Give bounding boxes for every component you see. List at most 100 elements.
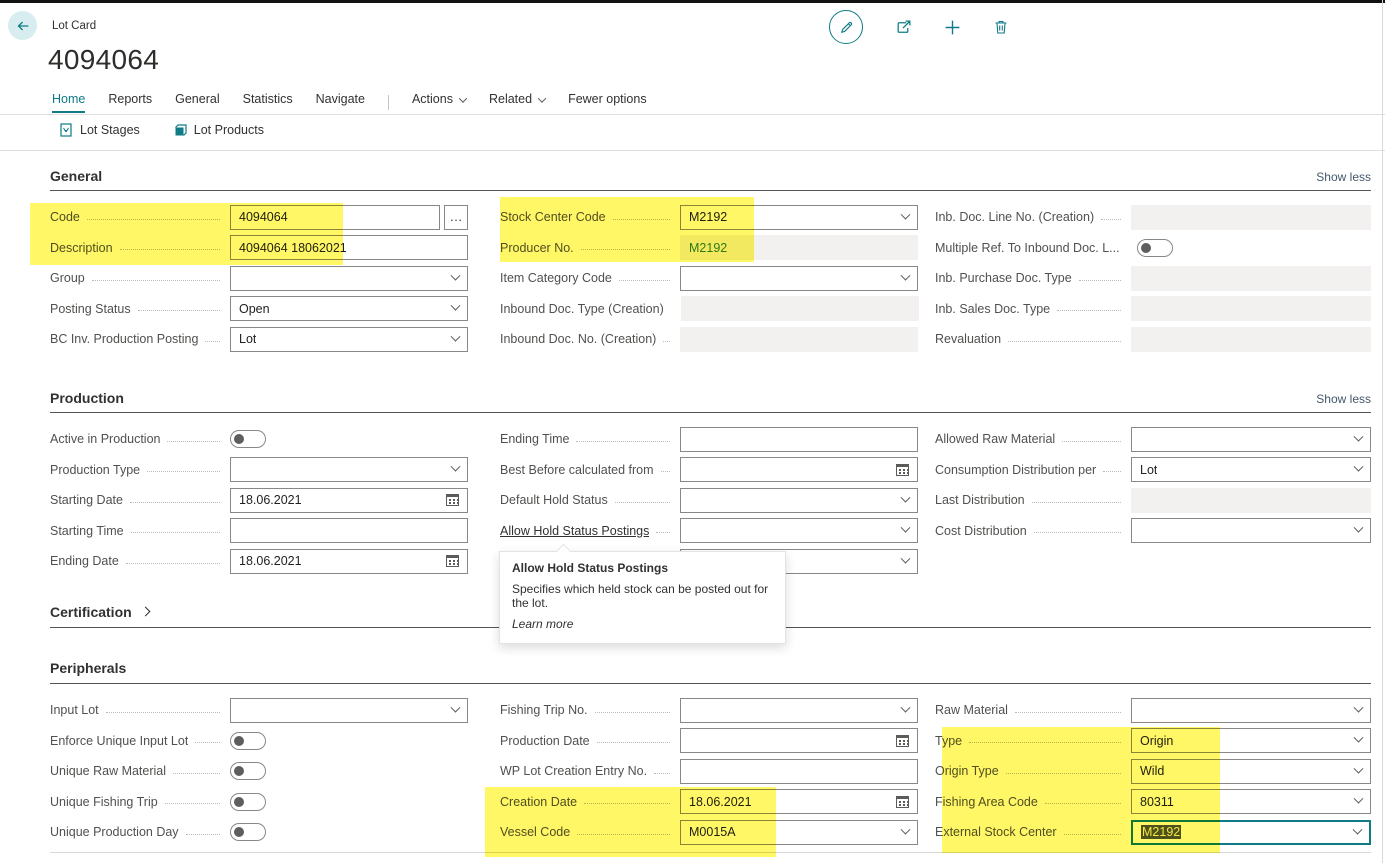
dotted-leader	[581, 249, 670, 250]
cost-distribution-select[interactable]	[1131, 518, 1371, 543]
tab-reports[interactable]: Reports	[108, 92, 152, 113]
dotted-leader	[1045, 803, 1121, 804]
chevron-down-icon[interactable]	[451, 702, 461, 712]
chevron-down-icon[interactable]	[451, 331, 461, 341]
consumption-distribution-per-select[interactable]: Lot	[1131, 457, 1371, 482]
multiple-ref-to-inbound-doc-l-toggle[interactable]	[1137, 239, 1173, 257]
dotted-leader	[1006, 773, 1121, 774]
bc-inv-production-posting-label: BC Inv. Production Posting	[50, 332, 198, 346]
external-stock-center-select[interactable]: M2192	[1131, 820, 1371, 845]
production-type-control	[230, 457, 468, 482]
item-category-code-select[interactable]	[680, 266, 918, 291]
input-lot-select[interactable]	[230, 698, 468, 723]
wp-lot-creation-entry-no-input[interactable]	[680, 759, 918, 784]
type-select[interactable]: Origin	[1131, 728, 1371, 753]
chevron-down-icon[interactable]	[1354, 733, 1364, 743]
code-input[interactable]: 4094064	[230, 205, 440, 230]
field-row-unique-fishing-trip: Unique Fishing Trip	[50, 787, 468, 818]
chevron-down-icon[interactable]	[1354, 702, 1364, 712]
allow-hold-status-postings-select[interactable]	[680, 518, 918, 543]
code-assist-edit-button[interactable]: …	[444, 205, 468, 230]
input-lot-label: Input Lot	[50, 703, 99, 717]
fishing-area-code-select[interactable]: 80311	[1131, 789, 1371, 814]
tooltip-learn-more-link[interactable]: Learn more	[512, 617, 573, 631]
calendar-icon[interactable]	[446, 555, 459, 567]
tab-general[interactable]: General	[175, 92, 219, 113]
group-select[interactable]	[230, 266, 468, 291]
general-section-title[interactable]: General	[50, 168, 102, 184]
ending-date-input[interactable]: 18.06.2021	[230, 549, 468, 574]
starting-date-input[interactable]: 18.06.2021	[230, 488, 468, 513]
chevron-down-icon[interactable]	[901, 523, 911, 533]
chevron-down-icon[interactable]	[901, 492, 911, 502]
chevron-down-icon[interactable]	[901, 209, 911, 219]
back-button[interactable]	[8, 11, 37, 40]
field-row-ending-date: Ending Date18.06.2021	[50, 546, 468, 577]
posting-status-select[interactable]: Open	[230, 296, 468, 321]
chevron-down-icon[interactable]	[1354, 523, 1364, 533]
chevron-down-icon[interactable]	[901, 824, 911, 834]
chevron-down-icon[interactable]	[1354, 794, 1364, 804]
starting-time-input[interactable]	[230, 518, 468, 543]
allowed-raw-material-select[interactable]	[1131, 427, 1371, 452]
dotted-leader	[1101, 219, 1121, 220]
chevron-down-icon[interactable]	[451, 301, 461, 311]
origin-type-select[interactable]: Wild	[1131, 759, 1371, 784]
bc-inv-production-posting-select[interactable]: Lot	[230, 327, 468, 352]
tab-home[interactable]: Home	[52, 92, 85, 113]
lot-stages-button[interactable]: Lot Stages	[60, 123, 140, 137]
lot-products-button[interactable]: Lot Products	[174, 123, 264, 137]
edit-button[interactable]	[829, 10, 863, 44]
production-section-title[interactable]: Production	[50, 390, 124, 406]
delete-button[interactable]	[993, 19, 1009, 35]
fishing-trip-no-select[interactable]	[680, 698, 918, 723]
field-row-inbound-doc-type-creation: Inbound Doc. Type (Creation)	[500, 294, 918, 325]
production-type-select[interactable]	[230, 457, 468, 482]
dotted-leader	[173, 773, 220, 774]
vessel-code-select[interactable]: M0015A	[680, 820, 918, 845]
chevron-down-icon[interactable]	[901, 702, 911, 712]
calendar-icon[interactable]	[446, 494, 459, 506]
peripherals-section-title[interactable]: Peripherals	[50, 660, 126, 676]
active-in-production-toggle[interactable]	[230, 430, 266, 448]
best-before-calculated-from-input[interactable]	[680, 457, 918, 482]
chevron-down-icon[interactable]	[901, 270, 911, 280]
creation-date-input[interactable]: 18.06.2021	[680, 789, 918, 814]
unique-fishing-trip-label: Unique Fishing Trip	[50, 795, 158, 809]
calendar-icon[interactable]	[896, 464, 909, 476]
description-value: 4094064 18062021	[239, 241, 347, 255]
inb-sales-doc-type-label: Inb. Sales Doc. Type	[935, 302, 1050, 316]
tab-navigate[interactable]: Navigate	[316, 92, 365, 113]
production-date-input[interactable]	[680, 728, 918, 753]
unique-raw-material-toggle[interactable]	[230, 762, 266, 780]
new-button[interactable]	[944, 19, 961, 36]
chevron-down-icon[interactable]	[1354, 462, 1364, 472]
share-button[interactable]	[895, 19, 912, 36]
raw-material-select[interactable]	[1131, 698, 1371, 723]
chevron-down-icon[interactable]	[451, 270, 461, 280]
group-label: Group	[50, 271, 85, 285]
chevron-down-icon[interactable]	[901, 553, 911, 563]
allow-hold-status-postings-label[interactable]: Allow Hold Status Postings	[500, 524, 649, 538]
general-show-less[interactable]: Show less	[1316, 170, 1371, 184]
production-show-less[interactable]: Show less	[1316, 392, 1371, 406]
unique-production-day-toggle[interactable]	[230, 823, 266, 841]
chevron-down-icon[interactable]	[1354, 763, 1364, 773]
chevron-down-icon[interactable]	[1353, 824, 1363, 834]
calendar-icon[interactable]	[896, 735, 909, 747]
tab-actions[interactable]: Actions	[412, 92, 466, 113]
tab-fewer-options[interactable]: Fewer options	[568, 92, 647, 113]
certification-section-title[interactable]: Certification	[50, 604, 149, 620]
starting-time-control	[230, 518, 468, 543]
stock-center-code-select[interactable]: M2192	[680, 205, 918, 230]
tab-related[interactable]: Related	[489, 92, 545, 113]
chevron-down-icon[interactable]	[1354, 431, 1364, 441]
description-input[interactable]: 4094064 18062021	[230, 235, 468, 260]
calendar-icon[interactable]	[896, 796, 909, 808]
chevron-down-icon[interactable]	[451, 462, 461, 472]
enforce-unique-input-lot-toggle[interactable]	[230, 732, 266, 750]
ending-time-input[interactable]	[680, 427, 918, 452]
default-hold-status-select[interactable]	[680, 488, 918, 513]
tab-statistics[interactable]: Statistics	[243, 92, 293, 113]
unique-fishing-trip-toggle[interactable]	[230, 793, 266, 811]
